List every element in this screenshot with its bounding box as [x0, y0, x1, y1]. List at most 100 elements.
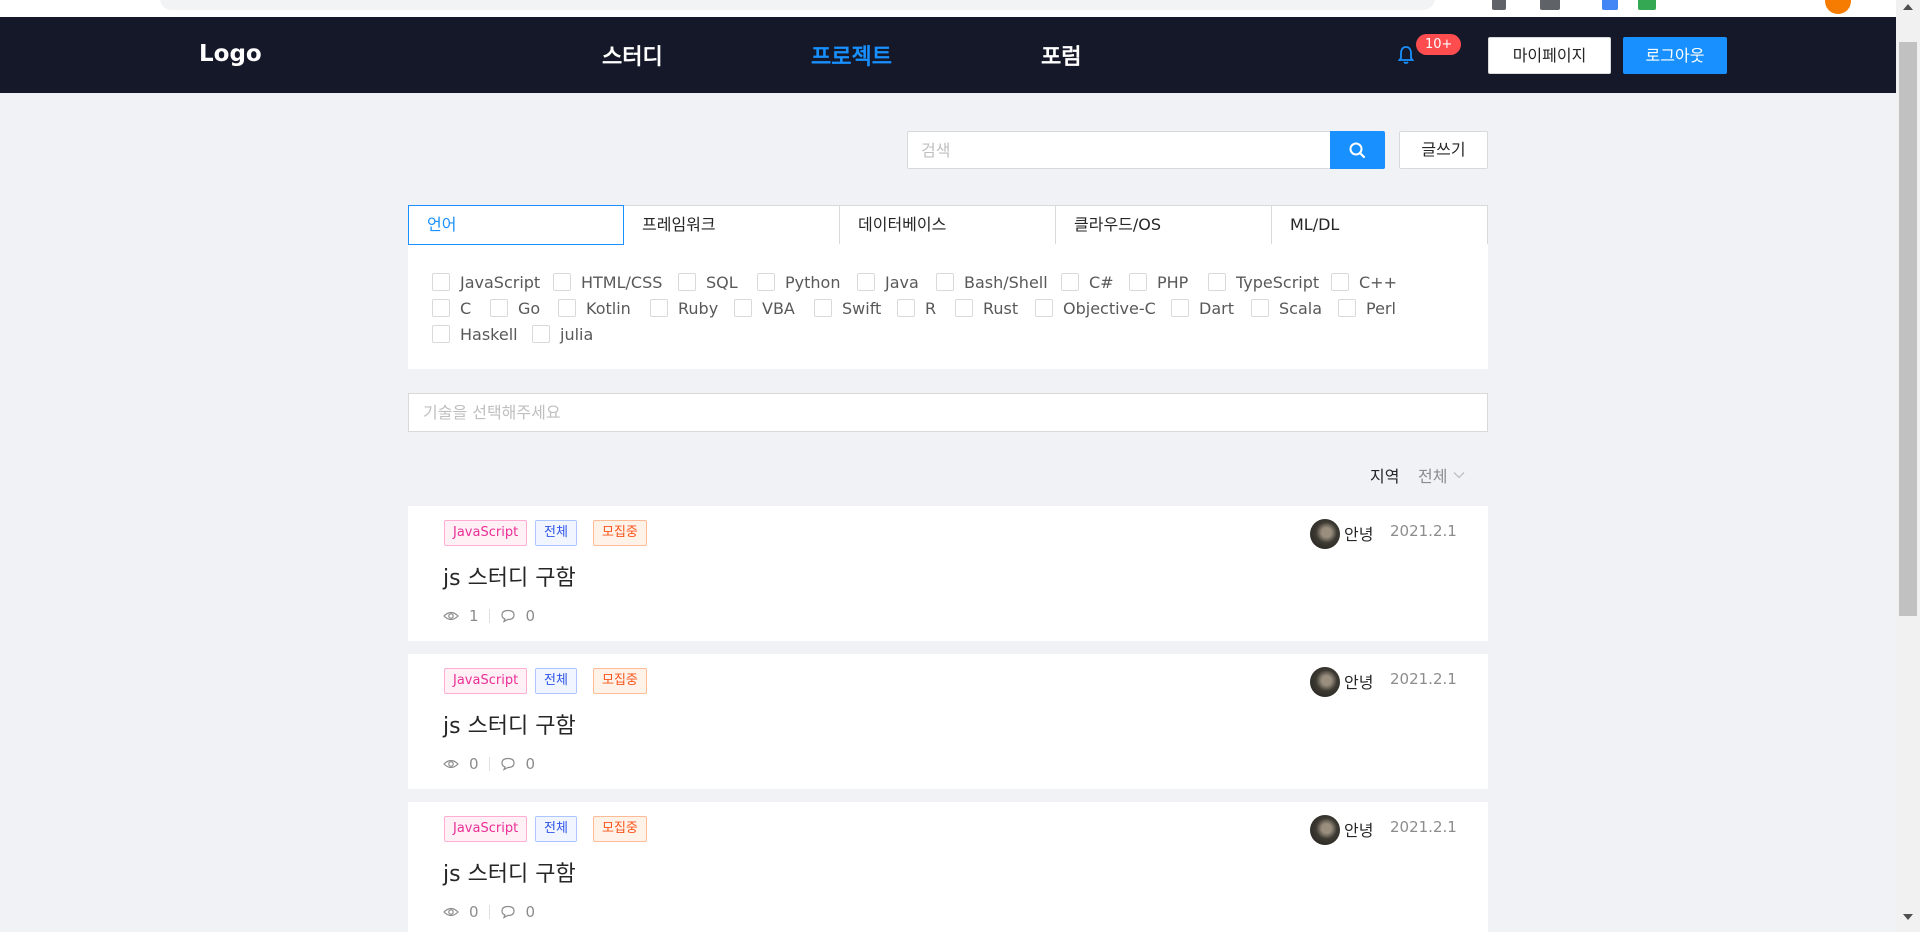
view-count: 1 [469, 607, 479, 625]
checkbox-csharp[interactable]: C# [1061, 271, 1114, 293]
search-button[interactable] [1330, 131, 1385, 169]
checkbox-box[interactable] [650, 299, 668, 317]
write-button[interactable]: 글쓰기 [1399, 131, 1488, 169]
checkbox-box[interactable] [857, 273, 875, 291]
skill-select-input[interactable] [408, 393, 1488, 432]
scroll-up-icon[interactable] [1903, 4, 1913, 10]
nav-project[interactable]: 프로젝트 [811, 39, 892, 71]
scrollbar[interactable] [1896, 0, 1920, 932]
checkbox-julia[interactable]: julia [532, 323, 593, 345]
checkbox-scala[interactable]: Scala [1251, 297, 1322, 319]
checkbox-ruby[interactable]: Ruby [650, 297, 718, 319]
language-checkbox-panel: JavaScript HTML/CSS SQL Python Java Bash… [408, 244, 1488, 369]
checkbox-box[interactable] [897, 299, 915, 317]
tag-region: 전체 [535, 668, 577, 694]
checkbox-label: Java [885, 272, 919, 292]
post-card[interactable]: JavaScript 전체 모집중 js 스터디 구함 1 0 안녕 2021.… [408, 506, 1488, 641]
post-date: 2021.2.1 [1390, 670, 1457, 688]
checkbox-cpp[interactable]: C++ [1331, 271, 1397, 293]
checkbox-box[interactable] [734, 299, 752, 317]
checkbox-box[interactable] [1129, 273, 1147, 291]
extension-icon[interactable] [1602, 0, 1618, 10]
region-select[interactable]: 전체 [1418, 463, 1465, 487]
checkbox-php[interactable]: PHP [1129, 271, 1188, 293]
checkbox-typescript[interactable]: TypeScript [1208, 271, 1319, 293]
extension-icon[interactable] [1540, 0, 1560, 10]
checkbox-box[interactable] [558, 299, 576, 317]
avatar[interactable] [1310, 519, 1340, 549]
checkbox-box[interactable] [757, 273, 775, 291]
avatar[interactable] [1310, 667, 1340, 697]
view-count: 0 [469, 903, 479, 921]
tag-status: 모집중 [593, 816, 647, 842]
checkbox-python[interactable]: Python [757, 271, 840, 293]
checkbox-box[interactable] [955, 299, 973, 317]
author-name: 안녕 [1344, 525, 1374, 544]
checkbox-swift[interactable]: Swift [814, 297, 881, 319]
search-input[interactable] [907, 131, 1331, 169]
tab-database[interactable]: 데이터베이스 [839, 205, 1056, 245]
checkbox-box[interactable] [532, 325, 550, 343]
scrollbar-thumb[interactable] [1899, 42, 1917, 616]
checkbox-rust[interactable]: Rust [955, 297, 1018, 319]
post-title[interactable]: js 스터디 구함 [443, 560, 576, 592]
checkbox-box[interactable] [1251, 299, 1269, 317]
avatar[interactable] [1310, 815, 1340, 845]
checkbox-haskell[interactable]: Haskell [432, 323, 518, 345]
checkbox-c[interactable]: C [432, 297, 471, 319]
post-title[interactable]: js 스터디 구함 [443, 708, 576, 740]
nav-forum[interactable]: 포럼 [1041, 39, 1081, 71]
checkbox-box[interactable] [936, 273, 954, 291]
top-navbar: Logo 스터디 프로젝트 포럼 10+ 마이페이지 로그아웃 [0, 17, 1896, 93]
extension-icon[interactable] [1638, 0, 1656, 10]
checkbox-box[interactable] [678, 273, 696, 291]
tag-language: JavaScript [444, 816, 528, 842]
checkbox-dart[interactable]: Dart [1171, 297, 1234, 319]
meta-divider [488, 757, 490, 771]
comment-count: 0 [525, 607, 536, 625]
tab-framework[interactable]: 프레임워크 [623, 205, 840, 245]
logout-button[interactable]: 로그아웃 [1623, 37, 1727, 74]
checkbox-box[interactable] [553, 273, 571, 291]
checkbox-bash-shell[interactable]: Bash/Shell [936, 271, 1048, 293]
checkbox-box[interactable] [1171, 299, 1189, 317]
mypage-button[interactable]: 마이페이지 [1488, 37, 1611, 74]
meta-divider [488, 609, 490, 623]
post-card[interactable]: JavaScript 전체 모집중 js 스터디 구함 0 0 안녕 2021.… [408, 654, 1488, 789]
checkbox-sql[interactable]: SQL [678, 271, 738, 293]
checkbox-box[interactable] [1331, 273, 1349, 291]
checkbox-r[interactable]: R [897, 297, 936, 319]
extension-icon[interactable] [1492, 0, 1506, 10]
checkbox-kotlin[interactable]: Kotlin [558, 297, 631, 319]
checkbox-label: Objective-C [1063, 298, 1156, 318]
address-bar[interactable] [160, 0, 1435, 10]
post-date: 2021.2.1 [1390, 522, 1457, 540]
checkbox-go[interactable]: Go [490, 297, 540, 319]
checkbox-java[interactable]: Java [857, 271, 919, 293]
checkbox-box[interactable] [1035, 299, 1053, 317]
bell-icon[interactable] [1397, 44, 1415, 66]
checkbox-box[interactable] [432, 325, 450, 343]
nav-study[interactable]: 스터디 [602, 39, 663, 71]
checkbox-javascript[interactable]: JavaScript [432, 271, 540, 293]
checkbox-box[interactable] [1208, 273, 1226, 291]
tab-ml-dl[interactable]: ML/DL [1271, 205, 1488, 245]
checkbox-box[interactable] [432, 273, 450, 291]
logo[interactable]: Logo [199, 41, 262, 67]
post-card[interactable]: JavaScript 전체 모집중 js 스터디 구함 0 0 안녕 2021.… [408, 802, 1488, 932]
checkbox-box[interactable] [432, 299, 450, 317]
profile-avatar-icon[interactable] [1825, 0, 1851, 14]
checkbox-box[interactable] [490, 299, 508, 317]
scroll-down-icon[interactable] [1903, 914, 1913, 920]
tab-cloud-os[interactable]: 클라우드/OS [1055, 205, 1272, 245]
tab-language[interactable]: 언어 [408, 205, 624, 245]
checkbox-vba[interactable]: VBA [734, 297, 795, 319]
checkbox-perl[interactable]: Perl [1338, 297, 1396, 319]
author-name: 안녕 [1344, 673, 1374, 692]
checkbox-box[interactable] [1061, 273, 1079, 291]
checkbox-objective-c[interactable]: Objective-C [1035, 297, 1156, 319]
checkbox-box[interactable] [1338, 299, 1356, 317]
checkbox-box[interactable] [814, 299, 832, 317]
checkbox-html-css[interactable]: HTML/CSS [553, 271, 662, 293]
post-title[interactable]: js 스터디 구함 [443, 856, 576, 888]
